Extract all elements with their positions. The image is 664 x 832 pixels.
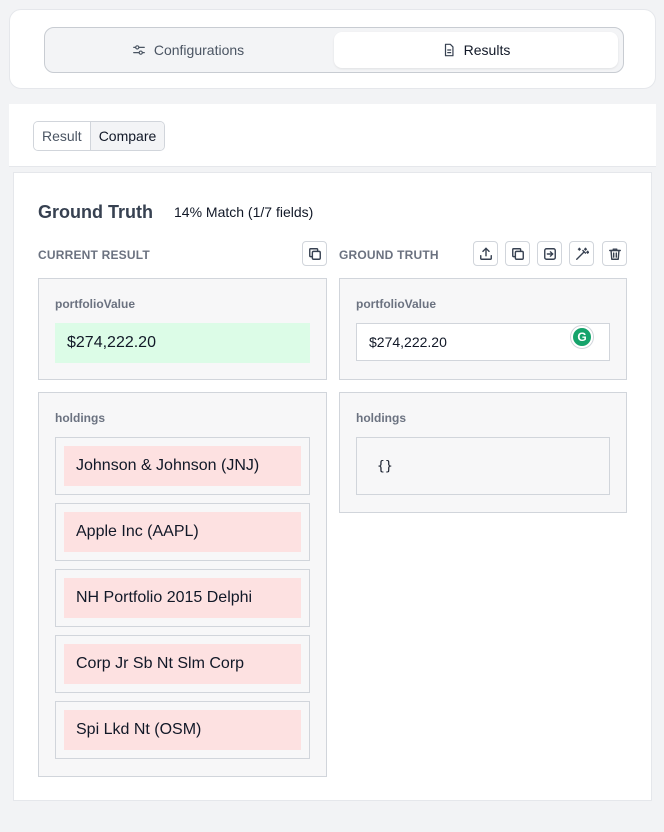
ground-truth-portfolio-value: $274,222.20 <box>369 334 447 350</box>
holding-value: Spi Lkd Nt (OSM) <box>64 710 301 750</box>
view-toolbar: Result Compare <box>9 104 656 167</box>
top-tabs-card: Configurations Results <box>9 9 656 89</box>
current-portfolio-field: portfolioValue $274,222.20 <box>38 278 327 380</box>
ground-truth-holdings-field: holdings {} <box>339 392 627 513</box>
ground-truth-label: GROUND TRUTH <box>339 248 439 262</box>
ground-truth-portfolio-input[interactable]: $274,222.20 G <box>356 323 610 361</box>
ground-truth-holdings-value[interactable]: {} <box>356 437 610 495</box>
field-label: portfolioValue <box>356 297 437 311</box>
tab-configurations[interactable]: Configurations <box>48 32 328 68</box>
tab-configurations-label: Configurations <box>153 42 245 58</box>
trash-icon <box>608 247 621 260</box>
ground-truth-portfolio-field: portfolioValue $274,222.20 G <box>339 278 627 380</box>
field-label: holdings <box>55 411 105 425</box>
import-button[interactable] <box>537 241 562 266</box>
upload-icon <box>479 247 492 260</box>
delete-button[interactable] <box>602 241 627 266</box>
tab-results[interactable]: Results <box>334 32 618 68</box>
holding-value: Corp Jr Sb Nt Slm Corp <box>64 644 301 684</box>
copy-icon <box>308 247 321 260</box>
holding-value: Apple Inc (AAPL) <box>64 512 301 552</box>
list-item: Spi Lkd Nt (OSM) <box>55 701 310 759</box>
magic-wand-icon <box>575 247 589 260</box>
list-item: Corp Jr Sb Nt Slm Corp <box>55 635 310 693</box>
holding-value: NH Portfolio 2015 Delphi <box>64 578 301 618</box>
list-item: Apple Inc (AAPL) <box>55 503 310 561</box>
list-item: Johnson & Johnson (JNJ) <box>55 437 310 495</box>
panel-title: Ground Truth <box>38 202 153 222</box>
list-item: NH Portfolio 2015 Delphi <box>55 569 310 627</box>
auto-fill-button[interactable] <box>569 241 594 266</box>
field-label: portfolioValue <box>55 297 136 311</box>
toggle-compare[interactable]: Compare <box>89 122 165 150</box>
toggle-result[interactable]: Result <box>34 122 90 150</box>
sliders-icon <box>132 45 145 55</box>
holding-value: Johnson & Johnson (JNJ) <box>64 446 301 486</box>
current-portfolio-value: $274,222.20 <box>55 323 310 363</box>
compare-panel: Ground Truth 14% Match (1/7 fields) CURR… <box>13 172 652 801</box>
copy-current-button[interactable] <box>302 241 327 266</box>
grammarly-icon[interactable]: G <box>571 326 593 348</box>
field-label: holdings <box>356 411 406 425</box>
tab-results-label: Results <box>463 42 511 58</box>
copy-ground-truth-button[interactable] <box>505 241 530 266</box>
current-result-label: CURRENT RESULT <box>38 248 150 262</box>
upload-button[interactable] <box>473 241 498 266</box>
match-summary: 14% Match (1/7 fields) <box>174 204 314 220</box>
document-icon <box>444 43 454 57</box>
arrow-right-box-icon <box>543 247 556 260</box>
view-toggle: Result Compare <box>33 121 166 151</box>
current-holdings-field: holdings Johnson & Johnson (JNJ) Apple I… <box>38 392 327 777</box>
copy-icon <box>511 247 524 260</box>
tab-switcher: Configurations Results <box>44 27 624 73</box>
